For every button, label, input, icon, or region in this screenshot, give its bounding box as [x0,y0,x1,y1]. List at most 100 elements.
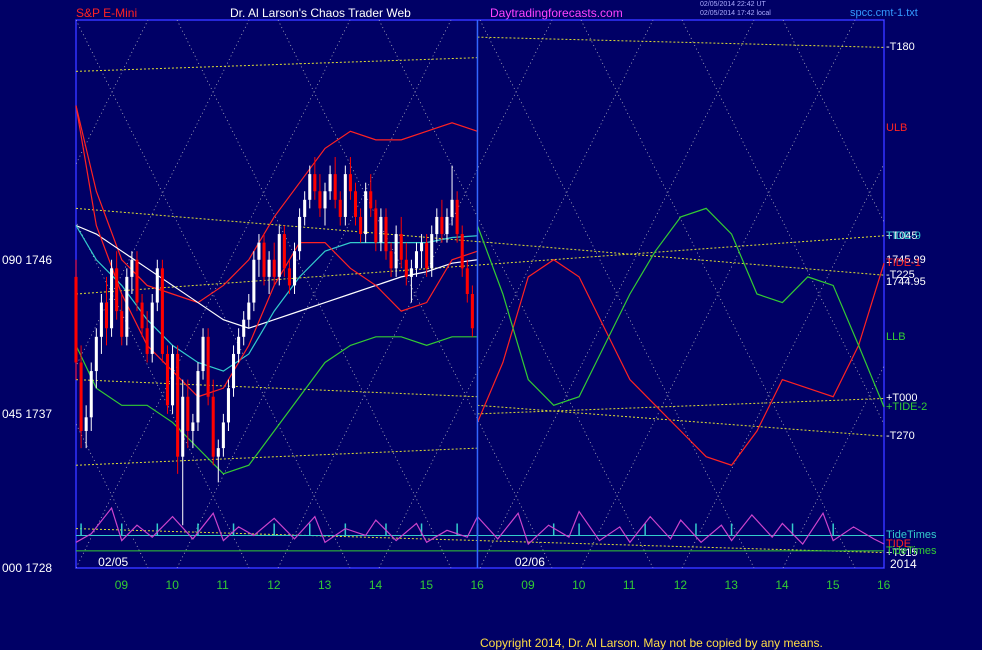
price-bar-body [211,396,215,457]
price-bar-body [425,242,429,269]
price-bar-body [247,302,251,320]
date-label: 02/06 [514,555,545,569]
price-bar-body [150,302,154,354]
price-bar-body [110,268,114,329]
y-tick-label: 090 1746 [2,252,53,267]
price-bar-body [237,336,241,354]
price-bar-body [435,216,439,235]
price-bar-body [353,191,358,217]
price-bar-body [308,174,312,200]
moon-line [75,447,478,466]
price-bar-body [394,234,398,269]
grid-diagonal [0,20,47,568]
grid-diagonal [681,20,884,425]
price-bar-body [165,353,169,406]
price-bar-body [298,216,302,252]
price-bar-body [420,242,424,252]
price-bar-body [287,268,291,286]
price-bar-body [338,199,342,217]
x-tick-label: 15 [826,578,840,592]
price-bar-body [84,417,88,431]
price-bar-body [125,276,129,337]
price-bar-body [216,448,220,457]
x-tick-label: 15 [419,578,433,592]
price-bar-body [94,336,98,372]
x-tick-label: 13 [724,578,738,592]
x-tick-label: 16 [877,578,891,592]
price-bar-body [262,242,266,277]
price-bar-body [445,216,449,235]
price-bar-body [160,268,164,354]
moon-line [75,379,478,398]
moon-line [75,528,885,554]
price-bar-body [333,174,337,200]
y-tick-label: 000 1728 [2,561,53,575]
price-bar-body [226,388,230,423]
price-bar-body [99,302,103,337]
price-bar-body [440,216,444,235]
grid-diagonal [782,20,884,223]
plot-frame [75,19,885,569]
price-bar-body [414,251,419,269]
price-bar-body [323,191,327,209]
moon-line [75,57,478,72]
price-bar-body [404,259,408,277]
price-bar-body [460,234,464,269]
grid-diagonal [0,20,47,568]
price-bar-body [155,268,159,303]
price-bar-body [89,371,93,418]
price-bar-body [359,216,363,235]
right-series-label: TIDE-9 [886,229,921,242]
price-bar-body [221,422,225,449]
right-series-label: ULB [886,121,908,134]
series-line-tide-2 [476,207,885,408]
price-bar-body [104,302,109,329]
price-bar-body [465,268,469,294]
moon-line [477,36,885,48]
price-bar-body [450,199,454,217]
x-tick-label: 13 [318,578,332,592]
price-bar-body [74,276,78,363]
x-tick-label: 14 [775,578,789,592]
price-bar-body [252,259,256,303]
x-tick-label: 16 [470,578,484,592]
right-series-label: -T270 [886,430,915,443]
price-bar-body [186,396,190,431]
grid-diagonal [883,567,884,568]
y-tick-label: 045 1737 [2,406,53,421]
date-label: 02/05 [98,555,129,569]
price-bar-body [145,328,149,354]
right-series-label: +TIDE-2 [886,401,928,414]
price-bar-body [201,336,205,372]
price-bar-body [455,199,459,235]
price-bar-body [292,251,297,286]
x-tick-label: 11 [216,578,229,592]
price-bar-body [232,353,236,389]
price-bar-body [176,353,180,457]
price-bar-body [369,191,373,209]
grid-diagonal [782,365,884,568]
price-bar-body [135,259,139,303]
price-bar-body [242,319,246,337]
x-tick-label: 11 [622,578,636,592]
price-bar-body [389,251,393,269]
price-bar-body [206,336,210,397]
right-series-label: 1744.95 [886,276,926,288]
x-tick-label: 12 [673,578,688,592]
price-bar-body [384,216,388,252]
price-bar-body [120,311,124,337]
price-bar-body [257,242,261,260]
x-tick-label: 09 [114,578,129,592]
price-bar-body [470,294,474,329]
price-bar-body [140,302,144,329]
grid-diagonal [883,20,884,21]
price-bar-body [343,174,347,217]
price-bar-body [277,234,281,277]
x-tick-label: 12 [267,578,281,592]
price-bar-body [272,259,276,277]
right-series-label: -T180 [886,41,915,54]
series-line-tide-1 [476,259,885,466]
right-series-label: LLB [886,330,906,343]
price-bar-body [409,268,413,277]
price-bar-body [79,362,83,431]
